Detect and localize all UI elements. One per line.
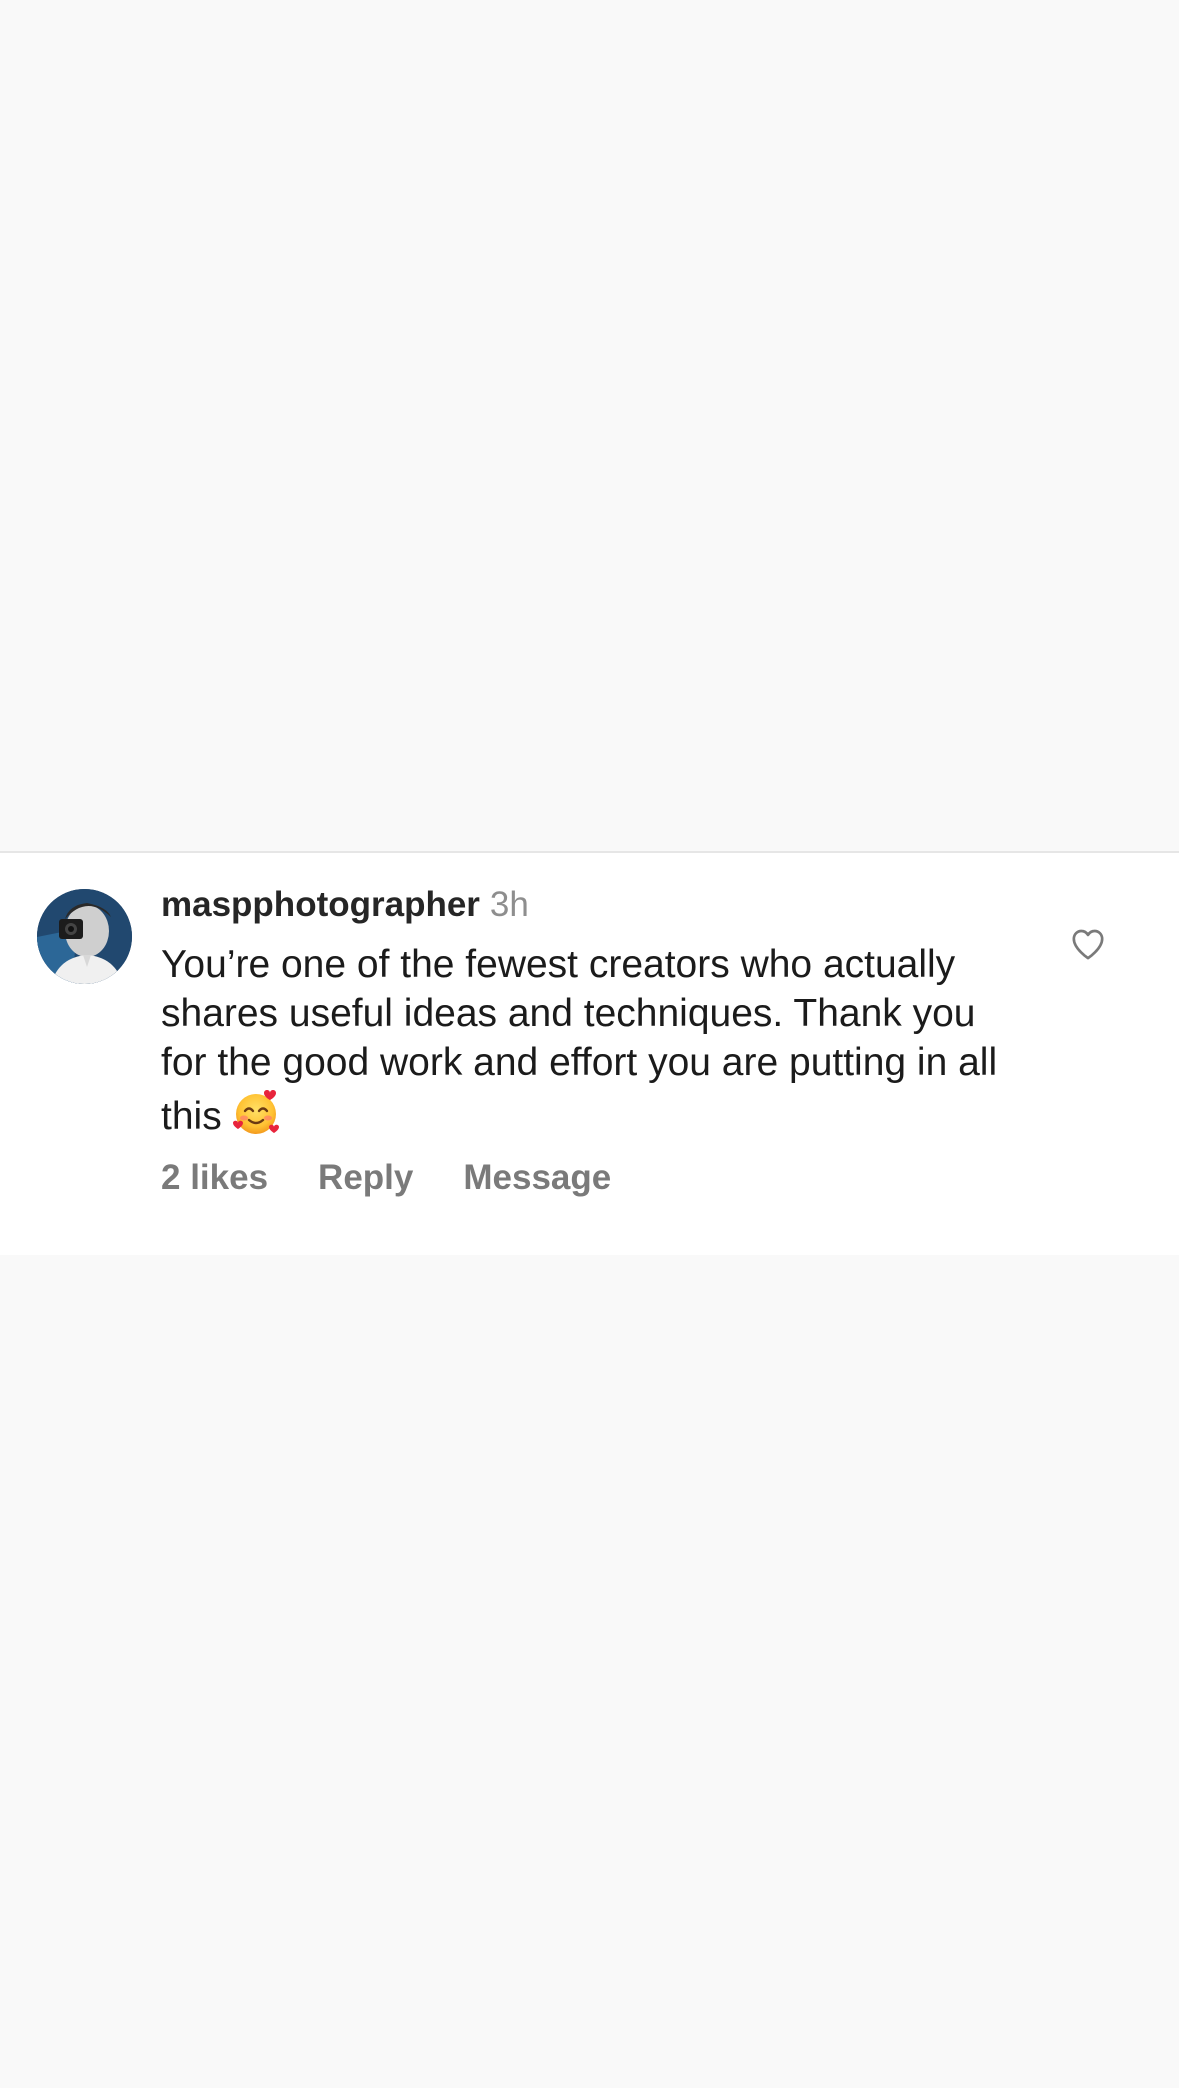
comment-text: You’re one of the fewest creators who ac… xyxy=(161,943,998,1138)
comment-card: maspphotographer 3h You’re one of the few… xyxy=(0,853,1179,1255)
avatar-photo xyxy=(37,889,132,984)
avatar[interactable] xyxy=(37,889,132,984)
reply-button[interactable]: Reply xyxy=(318,1153,413,1203)
like-heart-icon[interactable] xyxy=(1068,924,1108,964)
likes-count[interactable]: 2 likes xyxy=(161,1153,268,1203)
smiling-face-with-hearts-icon xyxy=(230,1087,282,1139)
comment-body: You’re one of the fewest creators who ac… xyxy=(161,940,1001,1141)
comment-actions: 2 likes Reply Message xyxy=(161,1153,611,1203)
comment-header: maspphotographer 3h xyxy=(161,880,529,930)
username[interactable]: maspphotographer xyxy=(161,885,480,924)
screen: maspphotographer 3h You’re one of the few… xyxy=(0,0,1179,2088)
message-button[interactable]: Message xyxy=(463,1153,611,1203)
timestamp: 3h xyxy=(489,885,529,924)
